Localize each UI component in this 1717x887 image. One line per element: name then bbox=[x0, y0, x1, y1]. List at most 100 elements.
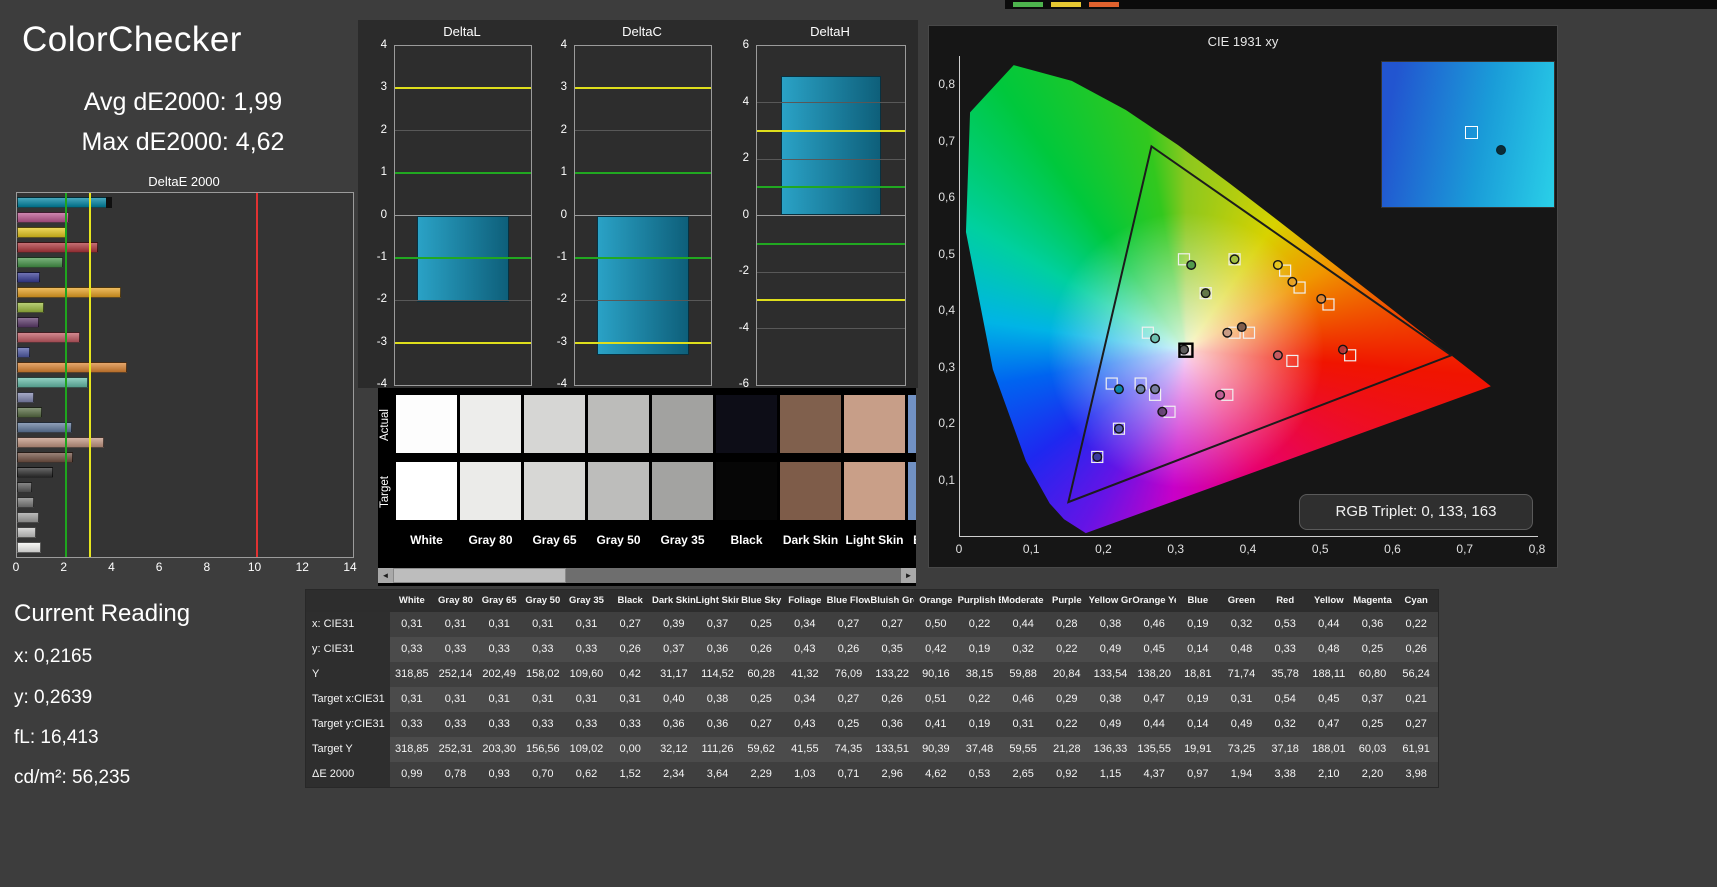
table-column-header: Blue Sky bbox=[739, 590, 783, 612]
table-cell: 76,09 bbox=[826, 662, 871, 687]
swatch-actual-white[interactable] bbox=[396, 395, 457, 453]
axis-tick-label: 4 bbox=[380, 39, 387, 51]
deltae-bar bbox=[17, 242, 98, 253]
swatch-actual-gray-50[interactable] bbox=[588, 395, 649, 453]
swatch-actual-dark-skin[interactable] bbox=[780, 395, 841, 453]
deltae-bar-row bbox=[17, 495, 353, 510]
measured-point bbox=[1157, 406, 1168, 417]
measured-point bbox=[1200, 288, 1211, 299]
table-column-header: Gray 35 bbox=[564, 590, 609, 612]
swatch-actual-gray-80[interactable] bbox=[460, 395, 521, 453]
table-cell: 0,70 bbox=[521, 762, 565, 787]
swatch-label: Blue Sky bbox=[908, 533, 916, 547]
swatch-actual-gray-65[interactable] bbox=[524, 395, 585, 453]
swatch-actual-gray-35[interactable] bbox=[652, 395, 713, 453]
swatch-target-gray-35[interactable] bbox=[652, 462, 713, 520]
swatch-actual-black[interactable] bbox=[716, 395, 777, 453]
grid-line bbox=[575, 215, 711, 216]
table-cell: 0,38 bbox=[695, 687, 740, 712]
deltae-bar bbox=[17, 377, 88, 388]
table-cell: 0,25 bbox=[739, 687, 783, 712]
table-cell: 0,45 bbox=[1307, 687, 1351, 712]
table-cell: 0,48 bbox=[1307, 637, 1351, 662]
scrollbar-thumb[interactable] bbox=[393, 568, 566, 583]
deltah-chart-title: DeltaH bbox=[810, 24, 850, 39]
axis-tick-label: -2 bbox=[738, 265, 749, 277]
deltae-xaxis: 0 2 4 6 8 10 12 14 bbox=[13, 560, 357, 576]
scrollbar-track[interactable] bbox=[393, 568, 901, 583]
deltah-plot bbox=[756, 45, 906, 386]
table-column-header: Gray 65 bbox=[477, 590, 521, 612]
table-cell: 0,31 bbox=[433, 612, 478, 637]
swatch-target-dark-skin[interactable] bbox=[780, 462, 841, 520]
swatch-target-light-skin[interactable] bbox=[844, 462, 905, 520]
table-cell: 0,33 bbox=[521, 712, 565, 737]
swatch-target-gray-65[interactable] bbox=[524, 462, 585, 520]
measured-point bbox=[1272, 350, 1283, 361]
swatch-scrollbar[interactable]: ◄ ► bbox=[378, 568, 916, 583]
axis-tick-label: 3 bbox=[380, 81, 387, 94]
table-cell: 0,21 bbox=[1394, 687, 1438, 712]
table-cell: 0,31 bbox=[521, 687, 565, 712]
grid-line bbox=[395, 341, 531, 344]
deltae-bar-row bbox=[17, 450, 353, 465]
swatch-actual-light-skin[interactable] bbox=[844, 395, 905, 453]
measured-point bbox=[1092, 451, 1103, 462]
table-cell: 0,22 bbox=[1394, 612, 1438, 637]
grid-line bbox=[575, 299, 711, 301]
table-cell: 0,25 bbox=[1350, 712, 1395, 737]
table-cell: 0,50 bbox=[914, 612, 958, 637]
deltae-bar bbox=[17, 257, 64, 268]
table-cell: 0,25 bbox=[1350, 637, 1395, 662]
deltae-bar-row bbox=[17, 285, 353, 300]
table-column-header: Yellow bbox=[1307, 590, 1351, 612]
table-column-header: White bbox=[390, 590, 434, 612]
scroll-left-arrow-icon[interactable]: ◄ bbox=[378, 568, 393, 583]
table-cell: 0,32 bbox=[1263, 712, 1307, 737]
deltae-bar-row bbox=[17, 540, 353, 555]
table-column-header: Blue Flower bbox=[826, 590, 871, 612]
table-cell: 3,98 bbox=[1394, 762, 1438, 787]
swatch-target-white[interactable] bbox=[396, 462, 457, 520]
table-cell: 37,48 bbox=[957, 737, 1002, 762]
table-column-header: Gray 50 bbox=[521, 590, 565, 612]
grid-line bbox=[575, 256, 711, 259]
swatch-target-black[interactable] bbox=[716, 462, 777, 520]
reading-cdm2-value: cd/m²: 56,235 bbox=[14, 767, 131, 788]
table-cell: 252,14 bbox=[433, 662, 478, 687]
swatch-target-gray-80[interactable] bbox=[460, 462, 521, 520]
swatch-target-gray-50[interactable] bbox=[588, 462, 649, 520]
inset-reading-dot bbox=[1495, 144, 1506, 155]
grid-line bbox=[395, 172, 531, 175]
axis-tick-label: 10 bbox=[247, 560, 262, 574]
table-cell: 2,20 bbox=[1350, 762, 1395, 787]
measured-point bbox=[1215, 389, 1226, 400]
table-cell: 0,22 bbox=[957, 687, 1002, 712]
deltae-bar-row bbox=[17, 315, 353, 330]
table-cell: 0,31 bbox=[608, 687, 652, 712]
scroll-right-arrow-icon[interactable]: ► bbox=[901, 568, 916, 583]
swatch-actual-blue-sky[interactable] bbox=[908, 395, 916, 453]
cie-xticks: 0 0,1 0,2 0,3 0,4 0,5 0,6 0,7 0,8 bbox=[956, 542, 1546, 558]
table-row-label: y: CIE31 bbox=[306, 637, 390, 662]
measured-point bbox=[1236, 322, 1247, 333]
table-cell: 0,37 bbox=[652, 637, 696, 662]
table-column-header: Moderate Red bbox=[1001, 590, 1045, 612]
table-cell: 0,33 bbox=[608, 712, 652, 737]
deltal-plot bbox=[394, 45, 532, 386]
axis-tick-label: 14 bbox=[343, 560, 357, 574]
deltah-yaxis: -6 -4 -2 0 2 4 6 bbox=[726, 39, 752, 390]
table-cell: 202,49 bbox=[477, 662, 521, 687]
table-cell: 0,27 bbox=[739, 712, 783, 737]
deltae-bar-row bbox=[17, 420, 353, 435]
deltae-bar-row bbox=[17, 405, 353, 420]
table-column-header: Bluish Green bbox=[870, 590, 914, 612]
table-row-label: x: CIE31 bbox=[306, 612, 390, 637]
swatch-target-blue-sky[interactable] bbox=[908, 462, 916, 520]
table-cell: 0,33 bbox=[433, 712, 478, 737]
table-cell: 0,33 bbox=[433, 637, 478, 662]
reading-x-value: x: 0,2165 bbox=[14, 646, 93, 667]
table-cell: 0,25 bbox=[739, 612, 783, 637]
table-cell: 0,27 bbox=[608, 612, 652, 637]
deltae-bar-row bbox=[17, 225, 353, 240]
